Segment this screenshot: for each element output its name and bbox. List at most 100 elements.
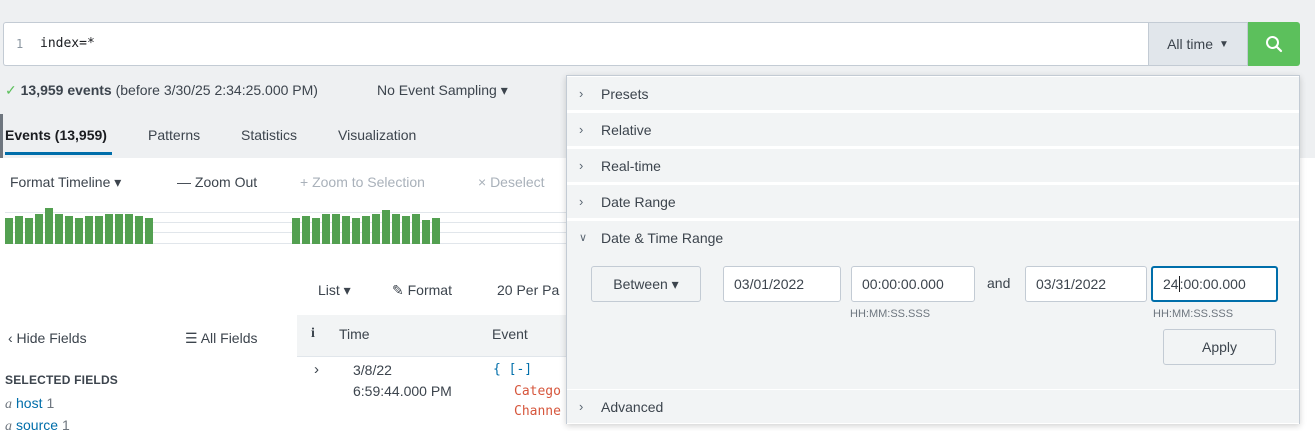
tab-events[interactable]: Events (13,959) (5, 127, 107, 143)
timeline-bar[interactable] (55, 214, 63, 244)
json-key[interactable]: Catego (514, 384, 561, 399)
field-name[interactable]: host (16, 395, 42, 411)
timeline-bar[interactable] (85, 216, 93, 244)
all-fields-button[interactable]: ☰ All Fields (185, 330, 257, 347)
timeline-bar[interactable] (362, 216, 370, 244)
time-column-header[interactable]: Time (339, 326, 370, 342)
search-input-box[interactable]: 1 index=* (3, 22, 1148, 66)
search-button[interactable] (1248, 22, 1300, 66)
range-type-dropdown[interactable]: Between ▾ (591, 266, 701, 302)
timeline-bar[interactable] (95, 216, 103, 244)
timeline-bar[interactable] (15, 216, 23, 244)
chevron-right-icon: › (579, 399, 584, 414)
active-tab-indicator (5, 152, 112, 155)
timeline-bar[interactable] (412, 214, 420, 244)
timeline-bar[interactable] (65, 216, 73, 244)
timeline-bar[interactable] (25, 218, 33, 244)
list-icon: ☰ (185, 330, 198, 346)
time-range-label: All time (1167, 36, 1213, 52)
selected-fields-heading: SELECTED FIELDS (5, 373, 119, 387)
start-date-input[interactable]: 03/01/2022 (723, 266, 841, 302)
event-sampling-dropdown[interactable]: No Event Sampling ▾ (377, 82, 508, 99)
section-real-time[interactable]: › Real-time (567, 149, 1299, 183)
and-label: and (987, 275, 1011, 291)
section-label: Presets (601, 85, 649, 102)
date-time-range-panel: Between ▾ 03/01/2022 00:00:00.000 HH:MM:… (567, 254, 1299, 389)
format-timeline-button[interactable]: Format Timeline ▾ (10, 174, 121, 191)
apply-button[interactable]: Apply (1163, 329, 1276, 365)
timeline-bar[interactable] (5, 218, 13, 244)
timeline-bar[interactable] (322, 214, 330, 244)
search-icon (1266, 36, 1283, 53)
timeline-bar[interactable] (35, 214, 43, 244)
section-label: Date & Time Range (601, 229, 724, 246)
end-time-format-hint: HH:MM:SS.SSS (1153, 308, 1234, 320)
timeline-bar[interactable] (75, 218, 83, 244)
field-item-host[interactable]: a host 1 (5, 395, 54, 413)
timeline-bar[interactable] (115, 214, 123, 244)
event-column-header: Event (492, 326, 528, 342)
field-name[interactable]: source (16, 417, 58, 431)
section-advanced[interactable]: › Advanced (567, 390, 1299, 424)
search-query[interactable]: index=* (40, 36, 95, 51)
field-count: 1 (46, 395, 55, 411)
all-fields-label: All Fields (200, 330, 258, 346)
time-range-dropdown: › Presets › Relative › Real-time › Date … (566, 75, 1300, 424)
timeline-bar[interactable] (302, 216, 310, 244)
timeline-bar[interactable] (402, 216, 410, 244)
panel-edge (0, 114, 3, 158)
format-button[interactable]: ✎ Format (392, 282, 452, 299)
string-type-icon: a (5, 419, 12, 431)
timeline-bar[interactable] (45, 208, 53, 244)
chevron-right-icon: › (579, 86, 584, 101)
hide-fields-button[interactable]: ‹ Hide Fields (8, 330, 87, 346)
start-time-input[interactable]: 00:00:00.000 (851, 266, 975, 302)
timeline-bar[interactable] (292, 218, 300, 244)
timeline-bar[interactable] (312, 218, 320, 244)
section-label: Date Range (601, 193, 676, 210)
timeline-bar[interactable] (145, 218, 153, 244)
section-date-time-range[interactable]: ∨ Date & Time Range (567, 221, 1299, 255)
timeline-gridline (5, 212, 566, 213)
section-label: Advanced (601, 398, 664, 415)
check-icon: ✓ (5, 82, 17, 98)
time-range-picker-button[interactable]: All time ▼ (1148, 22, 1248, 66)
json-collapse-toggle[interactable]: { [-] (493, 362, 532, 377)
start-time-format-hint: HH:MM:SS.SSS (850, 308, 931, 320)
tab-visualization[interactable]: Visualization (338, 127, 416, 143)
timeline-bar[interactable] (342, 216, 350, 244)
chevron-right-icon: › (579, 194, 584, 209)
timeline-bar[interactable] (432, 218, 440, 244)
chevron-right-icon: › (579, 122, 584, 137)
event-count-status: ✓ 13,959 events (before 3/30/25 2:34:25.… (5, 82, 318, 99)
event-timeline[interactable] (5, 204, 566, 244)
tab-patterns[interactable]: Patterns (148, 127, 200, 143)
end-time-input[interactable]: 24:00:00.000 (1151, 266, 1278, 302)
list-view-dropdown[interactable]: List ▾ (318, 282, 351, 299)
json-key[interactable]: Channe (514, 404, 561, 419)
section-date-range[interactable]: › Date Range (567, 185, 1299, 219)
timeline-bar[interactable] (392, 214, 400, 244)
zoom-out-button[interactable]: — Zoom Out (177, 174, 257, 190)
field-item-source[interactable]: a source 1 (5, 417, 70, 431)
timeline-bar[interactable] (372, 214, 380, 244)
tab-statistics[interactable]: Statistics (241, 127, 297, 143)
per-page-dropdown[interactable]: 20 Per Pa (497, 282, 559, 298)
section-presets[interactable]: › Presets (567, 77, 1299, 111)
timeline-bar[interactable] (352, 218, 360, 244)
expand-row-chevron-icon[interactable]: › (314, 361, 319, 378)
caret-down-icon: ▼ (1219, 38, 1229, 50)
timeline-bar[interactable] (105, 214, 113, 244)
timeline-bar[interactable] (422, 220, 430, 244)
timeline-bar[interactable] (382, 210, 390, 244)
timeline-bar[interactable] (125, 214, 133, 244)
timeline-bar[interactable] (332, 214, 340, 244)
end-time-text-end: :00:00.000 (1179, 276, 1246, 292)
section-relative[interactable]: › Relative (567, 113, 1299, 147)
zoom-to-selection-button[interactable]: + Zoom to Selection (300, 174, 425, 190)
event-date: 3/8/22 (353, 362, 392, 378)
deselect-button[interactable]: × Deselect (478, 174, 545, 190)
timeline-bar[interactable] (135, 216, 143, 244)
end-date-input[interactable]: 03/31/2022 (1025, 266, 1147, 302)
chevron-down-icon: ∨ (579, 232, 588, 244)
